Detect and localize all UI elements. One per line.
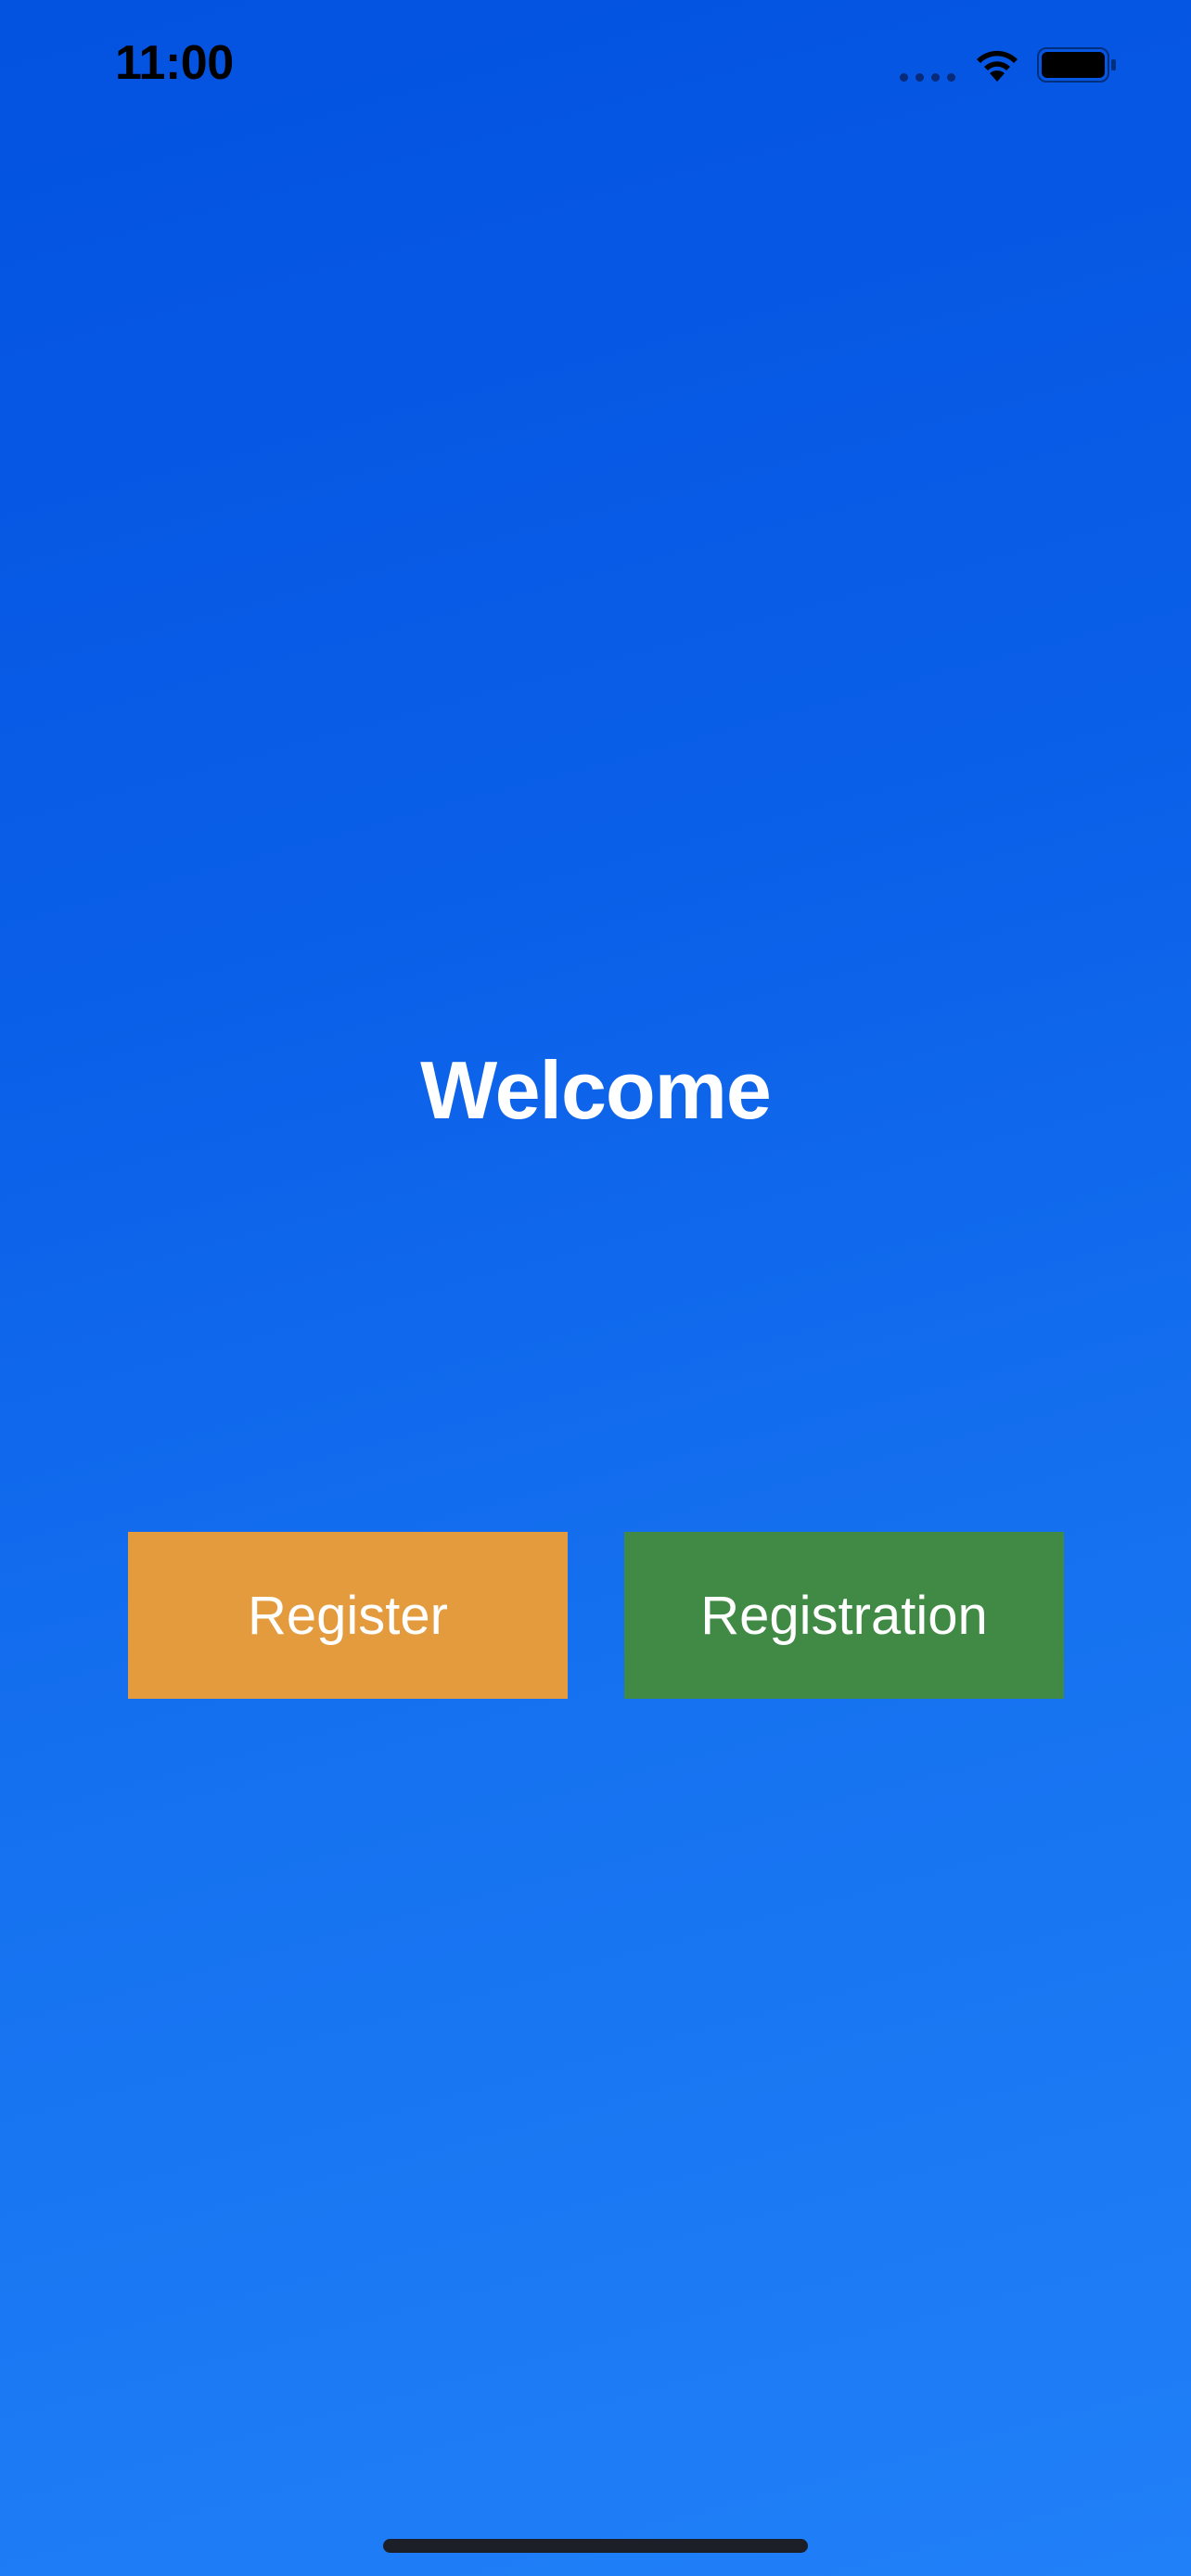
status-time: 11:00 — [115, 36, 234, 90]
register-button[interactable]: Register — [128, 1532, 568, 1699]
signal-dots-icon — [900, 73, 955, 82]
wifi-icon — [977, 50, 1018, 82]
registration-button[interactable]: Registration — [624, 1532, 1064, 1699]
home-indicator[interactable] — [383, 2539, 808, 2553]
battery-icon — [1037, 47, 1116, 83]
registration-button-label: Registration — [700, 1585, 988, 1646]
status-bar: 11:00 — [0, 0, 1191, 139]
welcome-title: Welcome — [420, 1044, 772, 1136]
register-button-label: Register — [248, 1585, 448, 1646]
app-screen: 11:00 Welcome Register Registration — [0, 0, 1191, 2576]
